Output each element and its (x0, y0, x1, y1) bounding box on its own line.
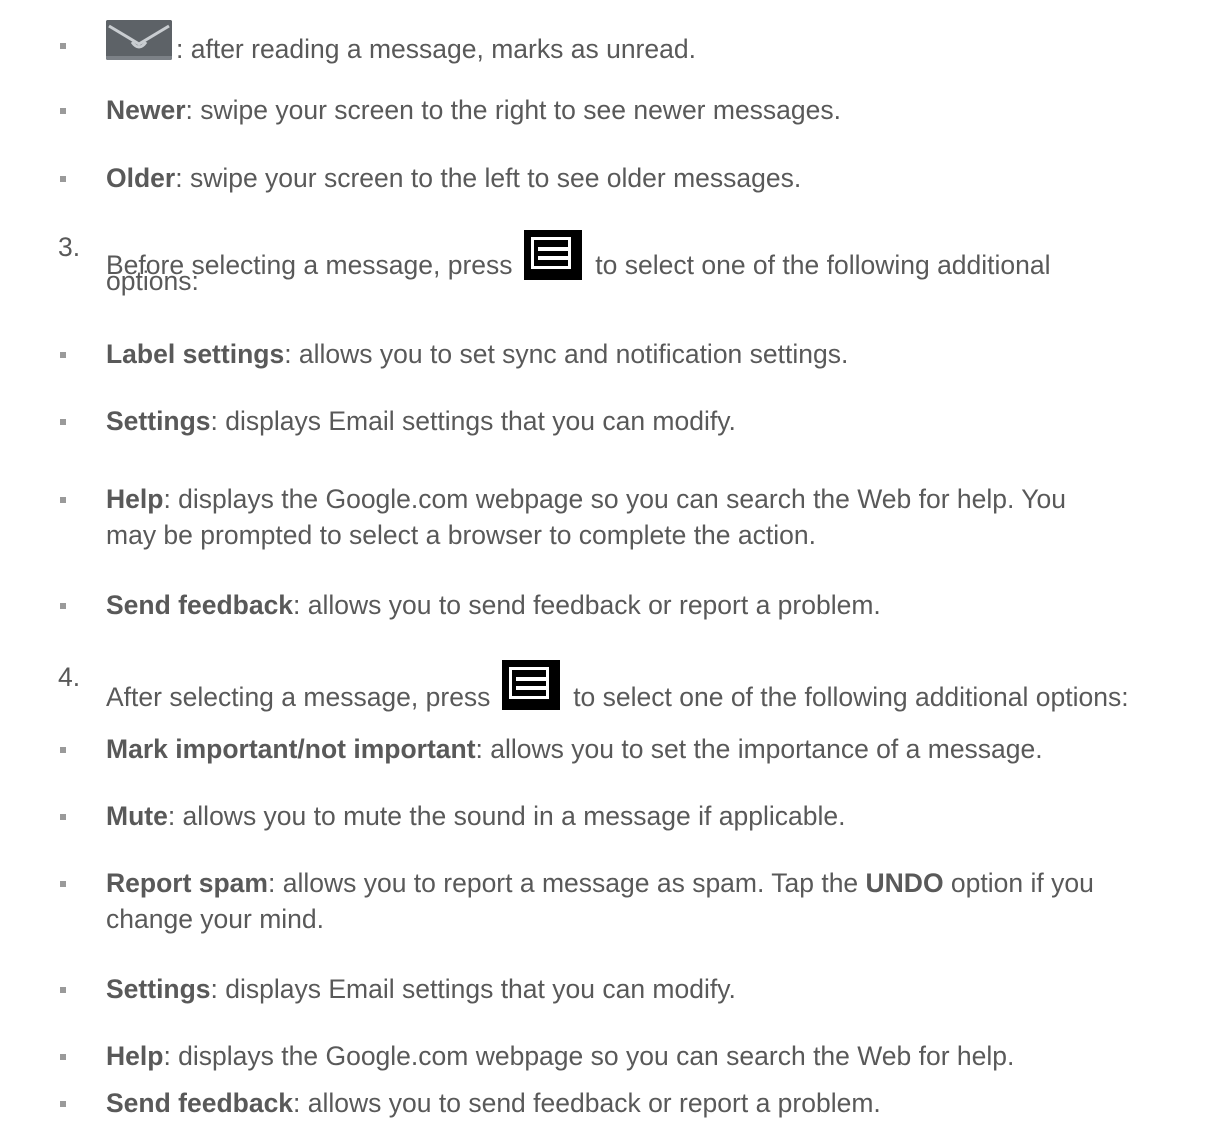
item-text: : displays the Google.com webpage so you… (163, 484, 1066, 514)
bullet (60, 497, 66, 503)
step-text-before: After selecting a message, press (106, 682, 491, 712)
item-text-2: option if you (943, 868, 1094, 898)
bullet (60, 814, 66, 820)
item-text: : allows you to set sync and notificatio… (284, 339, 849, 369)
item-text: : displays Email settings that you can m… (210, 974, 736, 1004)
mark-unread-envelope-icon (106, 20, 172, 60)
item-text: : allows you to set the importance of a … (475, 734, 1043, 764)
item-text: : swipe your screen to the left to see o… (175, 163, 802, 193)
menu-key-icon (501, 660, 560, 710)
item-text: : displays Email settings that you can m… (210, 406, 736, 436)
undo-label: UNDO (865, 868, 944, 898)
item-text: : displays the Google.com webpage so you… (163, 1041, 1015, 1071)
item-label: Label settings (106, 339, 285, 369)
item-label: Newer (106, 95, 186, 125)
bullet (60, 881, 66, 887)
bullet (60, 176, 66, 182)
step-number: 3. (58, 232, 81, 262)
item-text: : allows you to mute the sound in a mess… (167, 801, 846, 831)
item-text: : allows you to send feedback or report … (293, 590, 881, 620)
item-label: Older (106, 163, 176, 193)
item-label: Settings (106, 974, 211, 1004)
step-number: 4. (58, 662, 81, 692)
bullet (60, 747, 66, 753)
bullet (60, 43, 66, 49)
item-label: Report spam (106, 868, 268, 898)
item-text-line2: change your mind. (106, 904, 325, 934)
bullet (60, 987, 66, 993)
step-text-after: to select one of the following additiona… (573, 682, 1129, 712)
item-text: : allows you to report a message as spam… (267, 868, 866, 898)
item-text-line2: may be prompted to select a browser to c… (106, 520, 816, 550)
item-label: Help (106, 1041, 164, 1071)
step-text-line2: options: (106, 266, 199, 296)
item-text: : allows you to send feedback or report … (293, 1088, 881, 1118)
bullet (60, 1101, 66, 1107)
bullet (60, 352, 66, 358)
item-text: : after reading a message, marks as unre… (176, 34, 696, 64)
item-label: Mark important/not important (106, 734, 476, 764)
item-text: : swipe your screen to the right to see … (185, 95, 842, 125)
item-label: Help (106, 484, 164, 514)
item-label: Settings (106, 406, 211, 436)
bullet (60, 1054, 66, 1060)
bullet (60, 419, 66, 425)
bullet (60, 108, 66, 114)
item-label: Send feedback (106, 590, 294, 620)
bullet (60, 603, 66, 609)
item-label: Mute (106, 801, 168, 831)
item-label: Send feedback (106, 1088, 294, 1118)
